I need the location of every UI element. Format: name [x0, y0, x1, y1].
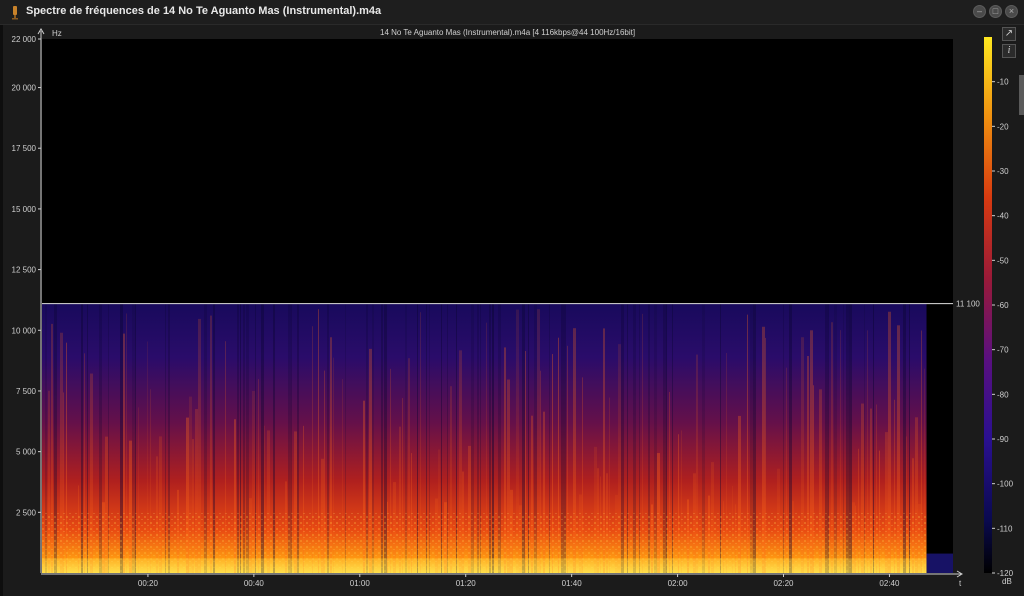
colorbar-tick-label: -110 — [997, 524, 1013, 533]
colorbar-tick-label: -10 — [997, 78, 1009, 87]
colorbar-tick-label: -40 — [997, 212, 1009, 221]
x-tick-label: 00:20 — [138, 579, 159, 588]
spectrum-low-band — [42, 558, 927, 573]
y-tick-label: 15 000 — [12, 205, 37, 214]
x-tick-label: 02:40 — [879, 579, 900, 588]
colorbar-tick-label: -100 — [997, 480, 1014, 489]
colorbar-tick-label: -90 — [997, 435, 1009, 444]
colorbar-tick-label: -80 — [997, 390, 1009, 399]
colorbar-tick-label: -30 — [997, 167, 1009, 176]
x-tick-label: 01:20 — [456, 579, 477, 588]
x-tick-label: 00:40 — [244, 579, 265, 588]
cutoff-label: 11 100 — [956, 300, 980, 309]
colorbar-tick-label: -60 — [997, 301, 1009, 310]
y-axis-label: Hz — [52, 29, 62, 38]
colorbar-unit-label: dB — [1002, 577, 1012, 586]
colorbar-tick-label: -70 — [997, 346, 1009, 355]
spectrogram-chart: 11 100 Hz t 2 500 5 000 7 500 10 000 12 500 15 0… — [12, 28, 1014, 588]
x-axis-label: t — [959, 579, 962, 588]
y-tick-label: 10 000 — [12, 326, 37, 335]
y-tick-label: 12 500 — [12, 266, 37, 275]
x-tick-label: 01:00 — [350, 579, 371, 588]
x-tick-label: 01:40 — [562, 579, 583, 588]
spectrum-tail — [926, 553, 953, 573]
y-tick-label: 5 000 — [16, 448, 37, 457]
x-tick-label: 02:20 — [773, 579, 794, 588]
colorbar-tick-label: -50 — [997, 256, 1009, 265]
x-tick-label: 02:00 — [668, 579, 689, 588]
y-tick-label: 22 000 — [12, 35, 37, 44]
y-tick-label: 7 500 — [16, 387, 37, 396]
y-tick-label: 20 000 — [12, 84, 37, 93]
y-tick-label: 17 500 — [12, 144, 37, 153]
colorbar-tick-label: -20 — [997, 122, 1009, 131]
y-tick-label: 2 500 — [16, 508, 37, 517]
colorbar — [984, 37, 992, 573]
